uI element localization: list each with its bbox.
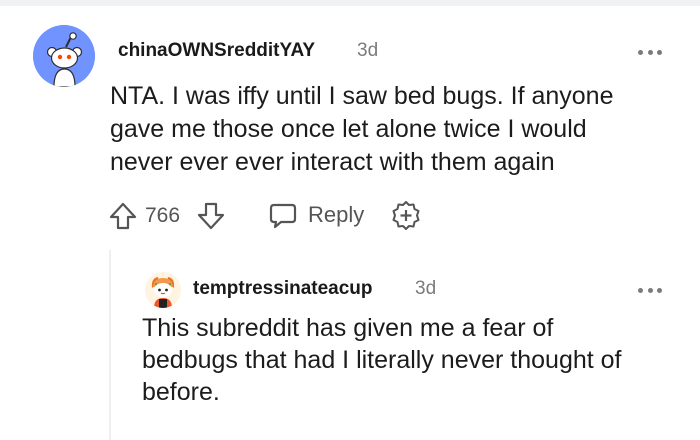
comment: chinaOWNSredditYAY 3d NTA. I was iffy un…	[0, 0, 700, 250]
custom-avatar-icon[interactable]	[145, 272, 181, 308]
award-plus-icon[interactable]	[390, 200, 422, 232]
vote-score: 766	[145, 204, 181, 227]
comment-author[interactable]: chinaOWNSredditYAY	[118, 40, 315, 62]
comment-body-line: This subreddit has given me a fear of	[142, 314, 554, 342]
snoo-avatar-icon[interactable]	[33, 25, 95, 87]
speech-bubble-icon[interactable]	[268, 202, 298, 230]
reply-button[interactable]: Reply	[308, 202, 364, 228]
comment-thread: chinaOWNSredditYAY 3d NTA. I was iffy un…	[0, 0, 700, 440]
comment-body-line: never ever ever interact with them again	[110, 148, 555, 176]
more-options-icon[interactable]	[638, 42, 662, 62]
comment-actions: 766 Reply	[108, 198, 528, 234]
comment-body-line: NTA. I was iffy until I saw bed bugs. If…	[110, 82, 614, 110]
comment-body: NTA. I was iffy until I saw bed bugs. If…	[110, 80, 680, 179]
comment-body-line: gave me those once let alone twice I wou…	[110, 115, 587, 143]
upvote-arrow-icon[interactable]	[108, 201, 138, 231]
comment-body-line: bedbugs that had I literally never thoug…	[142, 346, 622, 374]
comment-body-line: before.	[142, 378, 220, 406]
comment-author[interactable]: temptressinateacup	[193, 278, 373, 300]
comment-reply: temptressinateacup 3d This subreddit has…	[0, 250, 700, 440]
comment-body: This subreddit has given me a fear of be…	[142, 312, 687, 408]
more-options-icon[interactable]	[638, 280, 662, 300]
comment-age: 3d	[415, 278, 437, 299]
comment-age: 3d	[357, 40, 379, 61]
downvote-arrow-icon[interactable]	[196, 201, 226, 231]
